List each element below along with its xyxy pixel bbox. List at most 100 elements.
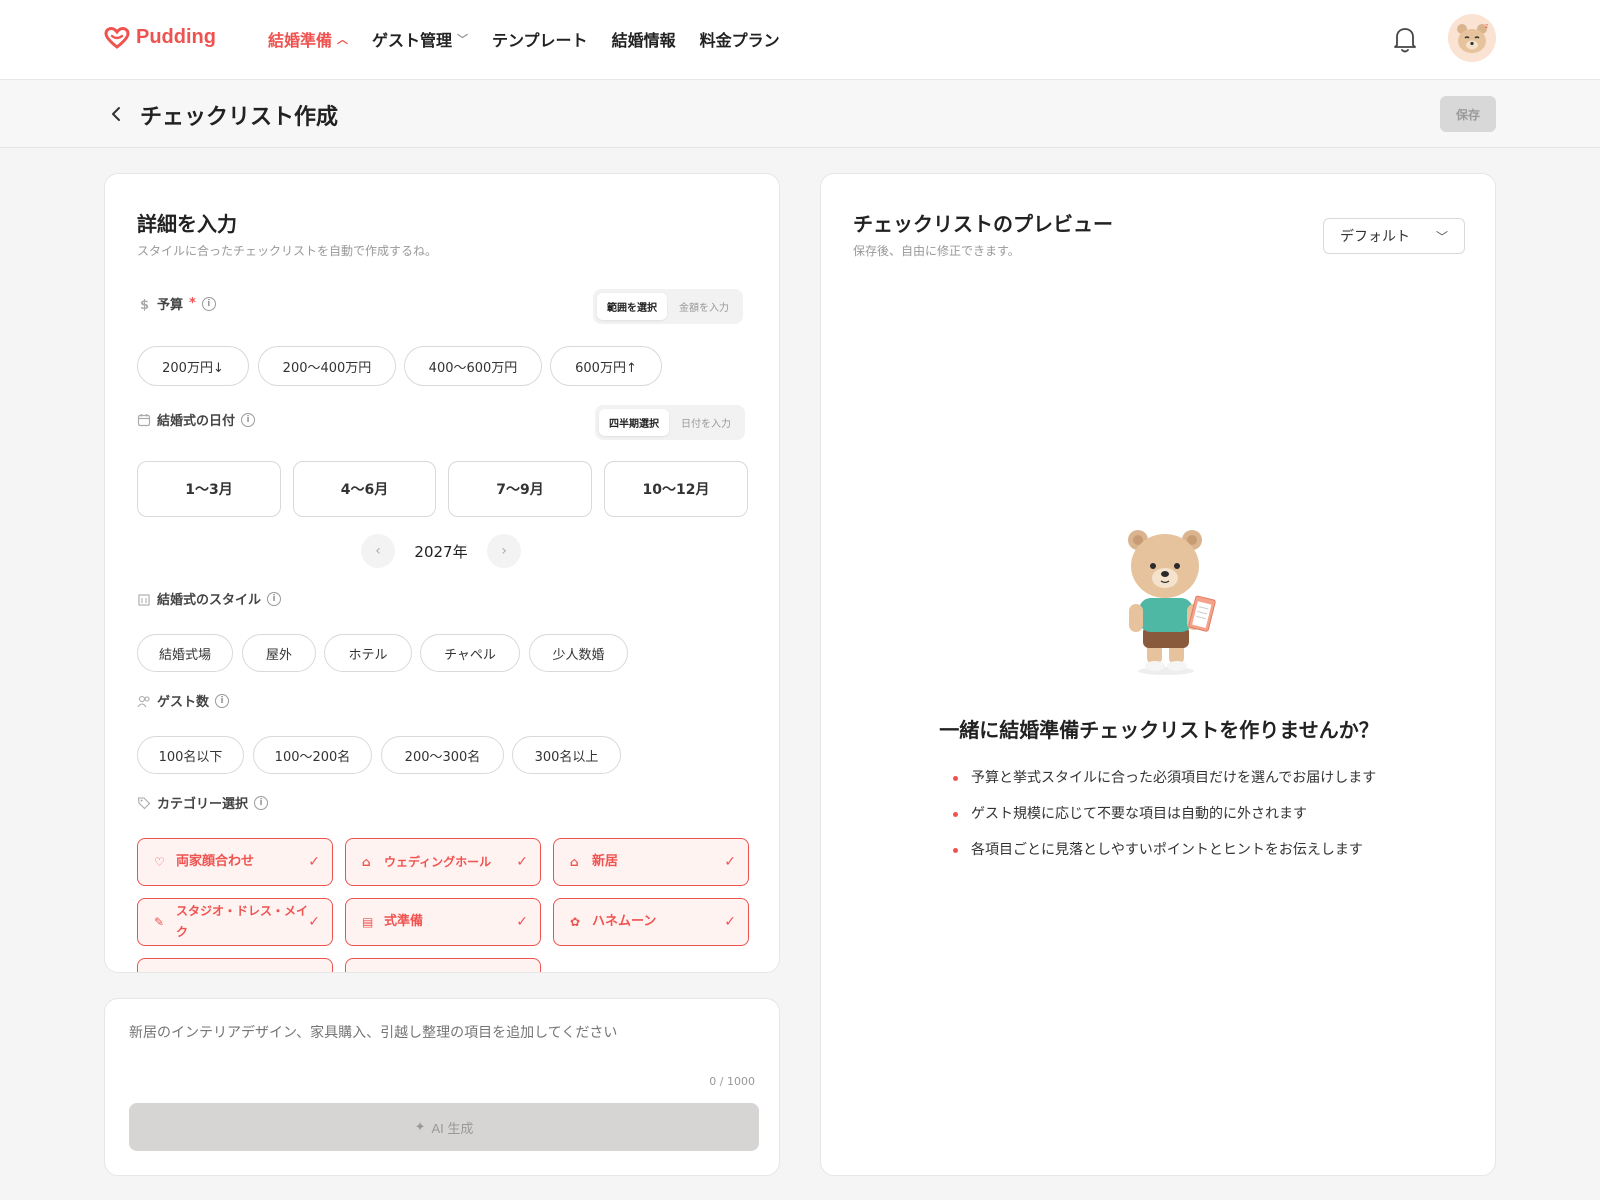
building-icon xyxy=(138,593,150,606)
home-icon: ⌂ xyxy=(570,855,579,869)
style-option[interactable]: 屋外 xyxy=(242,634,316,672)
quarter-option[interactable]: 10〜12月 xyxy=(604,461,748,517)
chevron-up-icon: ︿ xyxy=(337,33,349,46)
category-option[interactable]: ⌂ ウェディングホール ✓ xyxy=(345,838,541,886)
menu-item-templates[interactable]: テンプレート xyxy=(492,27,588,51)
toggle-quarter[interactable]: 四半期選択 xyxy=(599,409,669,436)
bear-avatar-icon: z xyxy=(1448,14,1496,62)
heart-hands-icon: ♡ xyxy=(154,855,165,869)
heart-logo-icon xyxy=(104,26,130,49)
categories-label-text: カテゴリー選択 xyxy=(157,797,249,812)
budget-option[interactable]: 400〜600万円 xyxy=(404,346,542,386)
category-option[interactable]: ✿ ハネムーン ✓ xyxy=(553,898,749,946)
categories-label: カテゴリー選択 i xyxy=(137,793,269,812)
brush-icon: ✎ xyxy=(154,915,165,929)
style-option[interactable]: 結婚式場 xyxy=(137,634,233,672)
back-arrow-icon[interactable] xyxy=(104,102,128,126)
details-form-card: 詳細を入力 スタイルに合ったチェックリストを自動で作成するね。 $ 予算 * i… xyxy=(104,173,780,973)
info-icon[interactable]: i xyxy=(241,412,256,427)
menu-item-label: 料金プラン xyxy=(699,31,780,50)
budget-option[interactable]: 600万円↑ xyxy=(550,346,662,386)
preview-subtitle: 保存後、自由に修正できます。 xyxy=(853,244,1020,258)
category-label: ウェディングホール xyxy=(384,854,492,869)
guests-option[interactable]: 200〜300名 xyxy=(381,736,504,774)
toggle-enter-amount[interactable]: 金額を入力 xyxy=(669,293,739,320)
menu-item-label: テンプレート xyxy=(492,31,588,50)
menu-item-label: 結婚情報 xyxy=(611,31,676,50)
prompt-card: 0 / 1000 ✦ AI 生成 xyxy=(104,998,780,1176)
building-icon: ⌂ xyxy=(362,855,371,869)
svg-text:z: z xyxy=(1485,23,1488,30)
ribbon-icon: ✿ xyxy=(570,915,581,929)
brand-logo[interactable]: Pudding xyxy=(104,26,216,49)
category-option[interactable]: ⌂ 新居 ✓ xyxy=(553,838,749,886)
category-label: 両家顔合わせ xyxy=(176,854,255,869)
style-option[interactable]: ホテル xyxy=(324,634,412,672)
info-icon[interactable]: i xyxy=(267,591,282,606)
preview-title: チェックリストのプレビュー xyxy=(853,212,1113,236)
date-mode-toggle: 四半期選択 日付を入力 xyxy=(595,405,745,440)
feature-list: 予算と挙式スタイルに合った必須項目だけを選んでお届けします ゲスト規模に応じて不… xyxy=(951,766,1391,874)
category-option-partial[interactable] xyxy=(345,958,541,972)
guests-option[interactable]: 300名以上 xyxy=(512,736,621,774)
clipboard-icon: ▤ xyxy=(362,915,374,929)
quarter-option[interactable]: 1〜3月 xyxy=(137,461,281,517)
ai-generate-button[interactable]: ✦ AI 生成 xyxy=(129,1103,759,1151)
main-menu: 結婚準備 ︿ ゲスト管理 ﹀ テンプレート 結婚情報 料金プラン xyxy=(268,27,780,51)
toggle-select-range[interactable]: 範囲を選択 xyxy=(597,293,667,320)
date-label-text: 結婚式の日付 xyxy=(157,414,236,429)
top-nav: Pudding 結婚準備 ︿ ゲスト管理 ﹀ テンプレート 結婚情報 料金プラン xyxy=(0,0,1600,80)
prompt-input[interactable] xyxy=(129,1025,749,1041)
category-option[interactable]: ✎ スタジオ・ドレス・メイク ✓ xyxy=(137,898,333,946)
quarter-option[interactable]: 7〜9月 xyxy=(448,461,592,517)
guests-option[interactable]: 100名以下 xyxy=(137,736,244,774)
info-icon[interactable]: i xyxy=(201,296,216,311)
style-option[interactable]: チャペル xyxy=(420,634,520,672)
style-option[interactable]: 少人数婚 xyxy=(529,634,628,672)
avatar[interactable]: z xyxy=(1448,14,1496,62)
budget-option[interactable]: 200〜400万円 xyxy=(258,346,396,386)
menu-item-guest-management[interactable]: ゲスト管理 ﹀ xyxy=(372,27,468,51)
ai-generate-label: AI 生成 xyxy=(431,1120,474,1136)
menu-item-label: ゲスト管理 xyxy=(372,31,453,50)
budget-option[interactable]: 200万円↓ xyxy=(137,346,249,386)
chevron-down-icon: ﹀ xyxy=(1435,229,1448,244)
empty-state-title: 一緒に結婚準備チェックリストを作りませんか？ xyxy=(939,718,1379,742)
quarter-option[interactable]: 4〜6月 xyxy=(293,461,436,517)
template-select[interactable]: デフォルト ﹀ xyxy=(1323,218,1465,254)
check-icon: ✓ xyxy=(516,914,528,930)
category-option-partial[interactable] xyxy=(137,958,333,972)
tag-icon xyxy=(137,796,151,809)
guests-label-text: ゲスト数 xyxy=(157,695,210,710)
info-icon[interactable]: i xyxy=(254,795,269,810)
year-value: 2027年 xyxy=(414,542,468,561)
info-icon[interactable]: i xyxy=(215,693,230,708)
menu-item-pricing[interactable]: 料金プラン xyxy=(700,27,780,51)
form-title: 詳細を入力 xyxy=(137,212,237,236)
toggle-enter-date[interactable]: 日付を入力 xyxy=(671,409,741,436)
save-button[interactable]: 保存 xyxy=(1440,96,1496,132)
category-label: スタジオ・ドレス・メイク xyxy=(176,904,309,939)
bell-icon[interactable] xyxy=(1390,23,1420,55)
budget-label-text: 予算 xyxy=(157,298,184,313)
calendar-icon xyxy=(137,413,151,426)
form-subtitle: スタイルに合ったチェックリストを自動で作成するね。 xyxy=(137,244,438,258)
page-header: チェックリスト作成 保存 xyxy=(0,80,1600,148)
brand-name: Pudding xyxy=(136,26,216,48)
guests-option[interactable]: 100〜200名 xyxy=(253,736,372,774)
date-label: 結婚式の日付 i xyxy=(137,410,256,429)
menu-item-wedding-info[interactable]: 結婚情報 xyxy=(612,27,676,51)
budget-mode-toggle: 範囲を選択 金額を入力 xyxy=(593,289,743,324)
menu-item-wedding-prep[interactable]: 結婚準備 ︿ xyxy=(268,27,348,51)
template-select-value: デフォルト xyxy=(1340,229,1410,245)
category-label: 新居 xyxy=(592,854,619,869)
category-option[interactable]: ♡ 両家顔合わせ ✓ xyxy=(137,838,333,886)
next-year-chevron-icon[interactable]: › xyxy=(487,534,521,568)
prev-year-chevron-icon[interactable]: ‹ xyxy=(361,534,395,568)
style-label-text: 結婚式のスタイル xyxy=(157,593,262,608)
preview-card: チェックリストのプレビュー 保存後、自由に修正できます。 デフォルト ﹀ 一緒に… xyxy=(820,173,1496,1176)
chevron-down-icon: ﹀ xyxy=(457,33,469,46)
bear-illustration xyxy=(1128,530,1216,675)
year-selector: ‹ 2027年 › xyxy=(361,534,521,568)
category-option[interactable]: ▤ 式準備 ✓ xyxy=(345,898,541,946)
